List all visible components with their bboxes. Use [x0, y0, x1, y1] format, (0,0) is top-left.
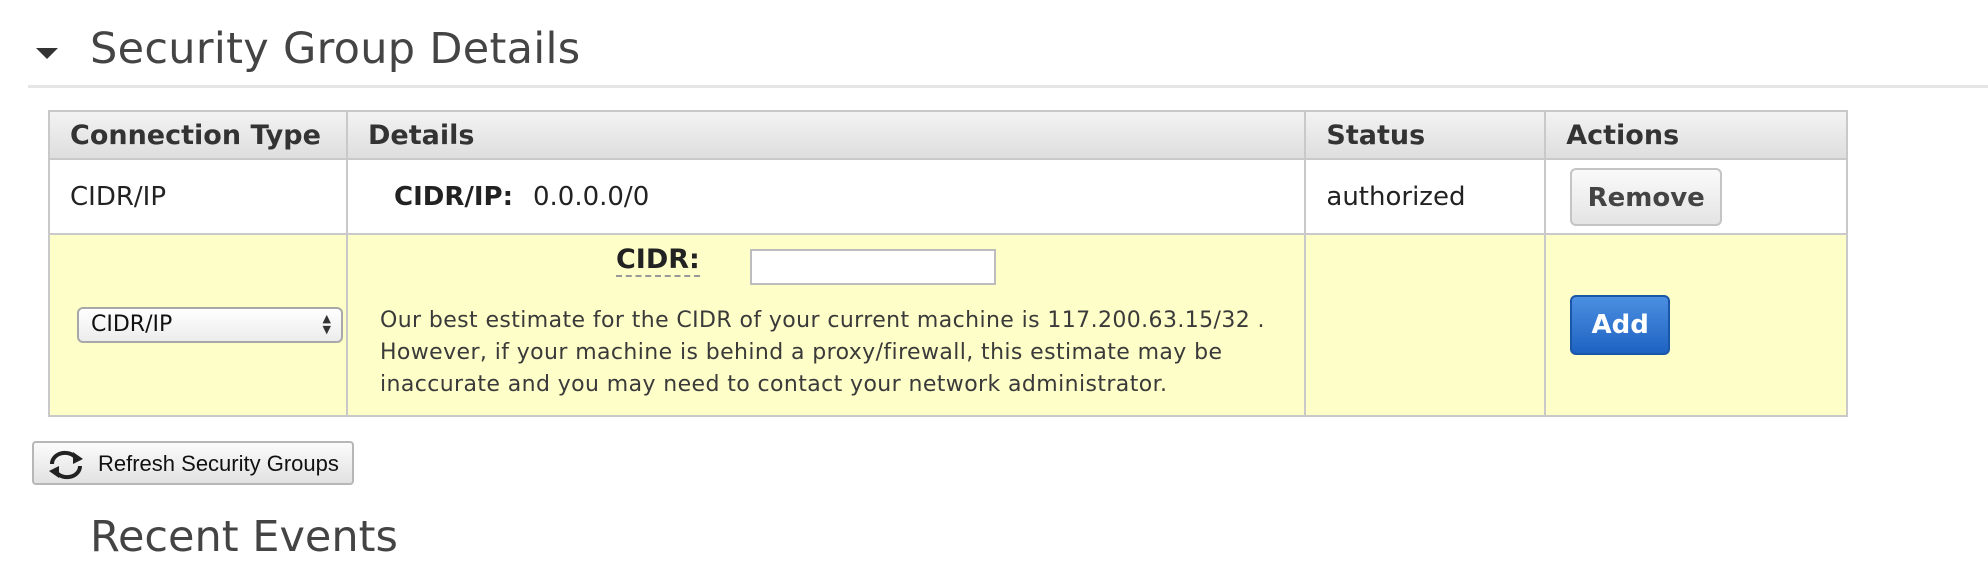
select-updown-icon: ▲ ▼	[322, 312, 331, 336]
table-header-row: Connection Type Details Status Actions	[48, 110, 1848, 160]
remove-button[interactable]: Remove	[1570, 167, 1723, 226]
refresh-security-groups-button[interactable]: Refresh Security Groups	[32, 441, 354, 485]
connection-type-select-value: CIDR/IP	[91, 312, 173, 337]
column-header-details: Details	[345, 110, 1307, 160]
add-button[interactable]: Add	[1570, 295, 1671, 355]
new-rule-details-cell: CIDR: Our best estimate for the CIDR of …	[345, 233, 1307, 417]
details-cell: CIDR/IP: 0.0.0.0/0	[345, 158, 1307, 235]
new-rule-actions-cell: Add	[1544, 233, 1848, 417]
section-header: Security Group Details	[28, 18, 1988, 88]
cidr-ip-value: 0.0.0.0/0	[532, 181, 650, 212]
status-cell: authorized	[1304, 158, 1547, 235]
security-group-table: Connection Type Details Status Actions C…	[48, 110, 1848, 417]
refresh-button-label: Refresh Security Groups	[98, 451, 339, 476]
connection-type-select-cell: CIDR/IP ▲ ▼	[48, 233, 348, 417]
collapse-arrow-icon[interactable]	[36, 48, 58, 59]
connection-type-cell: CIDR/IP	[48, 158, 348, 235]
section-title: Security Group Details	[90, 24, 581, 74]
column-header-status: Status	[1304, 110, 1547, 160]
cidr-label: CIDR:	[615, 244, 700, 277]
actions-cell: Remove	[1544, 158, 1848, 235]
cidr-ip-label: CIDR/IP:	[393, 181, 513, 212]
new-rule-row: CIDR/IP ▲ ▼ CIDR: Our best estimate for t…	[48, 233, 1848, 417]
connection-type-select[interactable]: CIDR/IP ▲ ▼	[77, 307, 343, 343]
table-row: CIDR/IP CIDR/IP: 0.0.0.0/0 authorized Rem…	[48, 158, 1848, 235]
cidr-input[interactable]	[749, 249, 996, 285]
column-header-connection-type: Connection Type	[48, 110, 348, 160]
column-header-actions: Actions	[1544, 110, 1848, 160]
next-section-title: Recent Events	[90, 512, 398, 562]
cidr-estimate-text: Our best estimate for the CIDR of your c…	[379, 308, 1265, 397]
new-rule-status-cell	[1304, 233, 1547, 417]
refresh-icon	[49, 450, 83, 480]
